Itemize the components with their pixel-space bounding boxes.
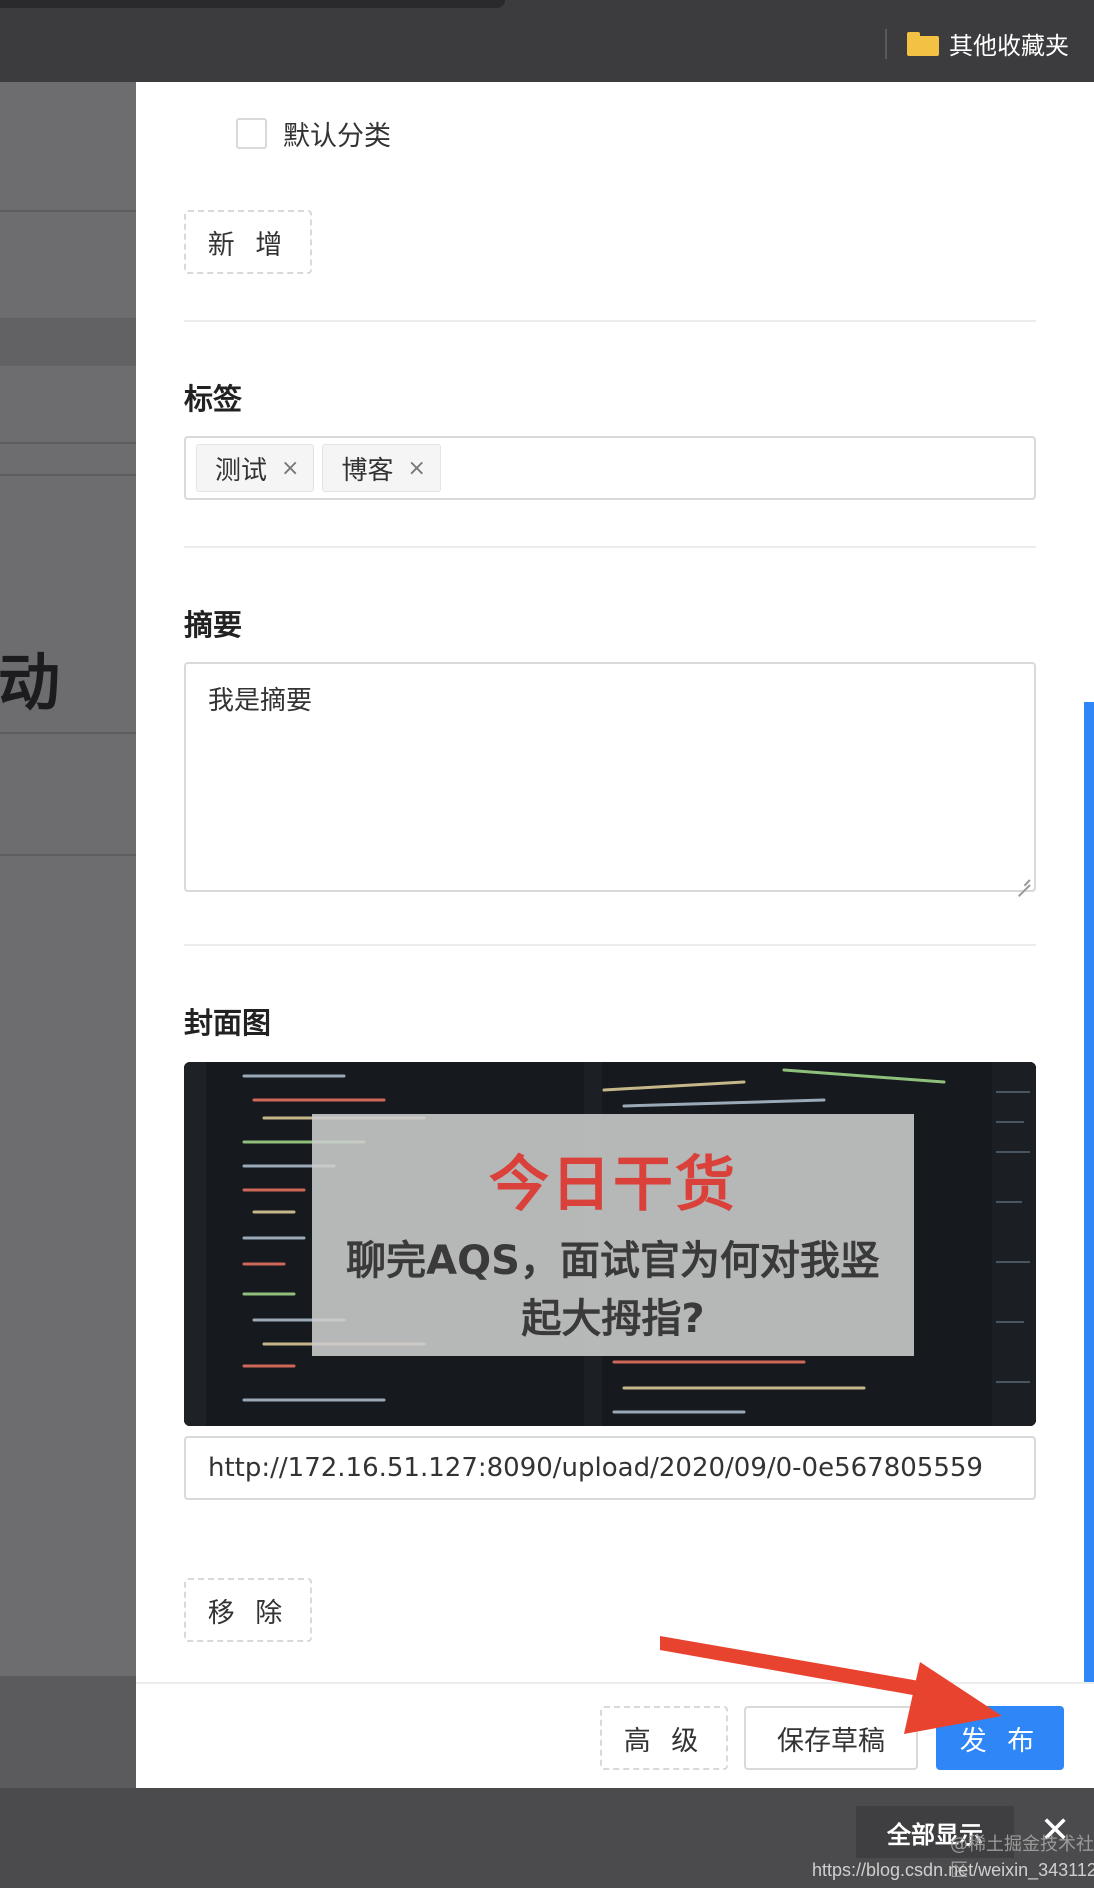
backdrop-divider (0, 442, 140, 444)
default-category-checkbox[interactable] (236, 118, 267, 149)
folder-icon (907, 31, 939, 56)
cover-url-input[interactable]: http://172.16.51.127:8090/upload/2020/09… (184, 1436, 1036, 1500)
tag-chip: 测试 × (196, 444, 315, 492)
tag-label: 博客 (341, 455, 394, 486)
add-category-button[interactable]: 新 增 (184, 210, 312, 274)
bookmark-folder[interactable]: 其他收藏夹 (885, 26, 1069, 61)
drawer-footer: 高 级 保存草稿 发 布 (136, 1682, 1094, 1788)
publish-settings-drawer: 默认分类 新 增 标签 测试 × 博客 × 摘要 我是摘要 封面图 今日干货 聊… (136, 82, 1094, 1788)
backdrop-band (0, 318, 140, 366)
drawer-scrollbar[interactable] (1084, 702, 1094, 1692)
backdrop-divider (0, 474, 140, 476)
backdrop-heading-fragment: 动 (0, 646, 61, 719)
tag-remove-icon[interactable]: × (407, 456, 425, 481)
advanced-button[interactable]: 高 级 (600, 1706, 728, 1770)
tag-label: 测试 (215, 455, 268, 486)
cover-badge-text: 今日干货 (489, 1150, 737, 1220)
summary-textarea[interactable]: 我是摘要 (184, 662, 1036, 892)
summary-section-title: 摘要 (184, 608, 243, 642)
summary-text: 我是摘要 (208, 686, 313, 716)
section-divider (184, 320, 1036, 322)
page-backdrop (0, 82, 140, 1788)
resize-handle-icon[interactable] (1016, 872, 1030, 886)
tag-remove-icon[interactable]: × (281, 456, 299, 481)
bookmark-separator (885, 28, 887, 59)
cover-headline-line: 聊完AQS，面试官为何对我竖 (346, 1238, 880, 1284)
cover-text-card: 今日干货 聊完AQS，面试官为何对我竖 起大拇指? (312, 1114, 914, 1356)
default-category-label: 默认分类 (283, 121, 391, 152)
cover-headline: 聊完AQS，面试官为何对我竖 起大拇指? (312, 1232, 914, 1348)
default-category-option[interactable]: 默认分类 (236, 114, 391, 153)
screenshot-root: 其他收藏夹 动 默认分类 新 增 标签 测试 × 博客 × 摘要 我是摘要 封面… (0, 0, 1094, 1888)
bookmark-folder-label: 其他收藏夹 (949, 32, 1069, 60)
section-divider (184, 944, 1036, 946)
browser-bottom-bar: 全部显示 ✕ @稀土掘金技术社区 https://blog.csdn.net/w… (0, 1788, 1094, 1888)
remove-cover-button[interactable]: 移 除 (184, 1578, 312, 1642)
tags-input[interactable]: 测试 × 博客 × (184, 436, 1036, 500)
backdrop-divider (0, 854, 140, 856)
tag-chip: 博客 × (322, 444, 441, 492)
cover-image-preview: 今日干货 聊完AQS，面试官为何对我竖 起大拇指? (184, 1062, 1036, 1426)
backdrop-footer (0, 1676, 140, 1788)
tags-section-title: 标签 (184, 382, 243, 416)
backdrop-divider (0, 210, 140, 212)
backdrop-divider (0, 732, 140, 734)
cover-section-title: 封面图 (184, 1006, 272, 1040)
publish-button[interactable]: 发 布 (936, 1706, 1064, 1770)
browser-tab-strip (0, 0, 505, 8)
url-watermark: https://blog.csdn.net/weixin_34311210 (812, 1860, 1094, 1880)
cover-headline-line: 起大拇指? (521, 1296, 705, 1342)
section-divider (184, 546, 1036, 548)
browser-toolbar: 其他收藏夹 (0, 0, 1094, 82)
save-draft-button[interactable]: 保存草稿 (744, 1706, 918, 1770)
